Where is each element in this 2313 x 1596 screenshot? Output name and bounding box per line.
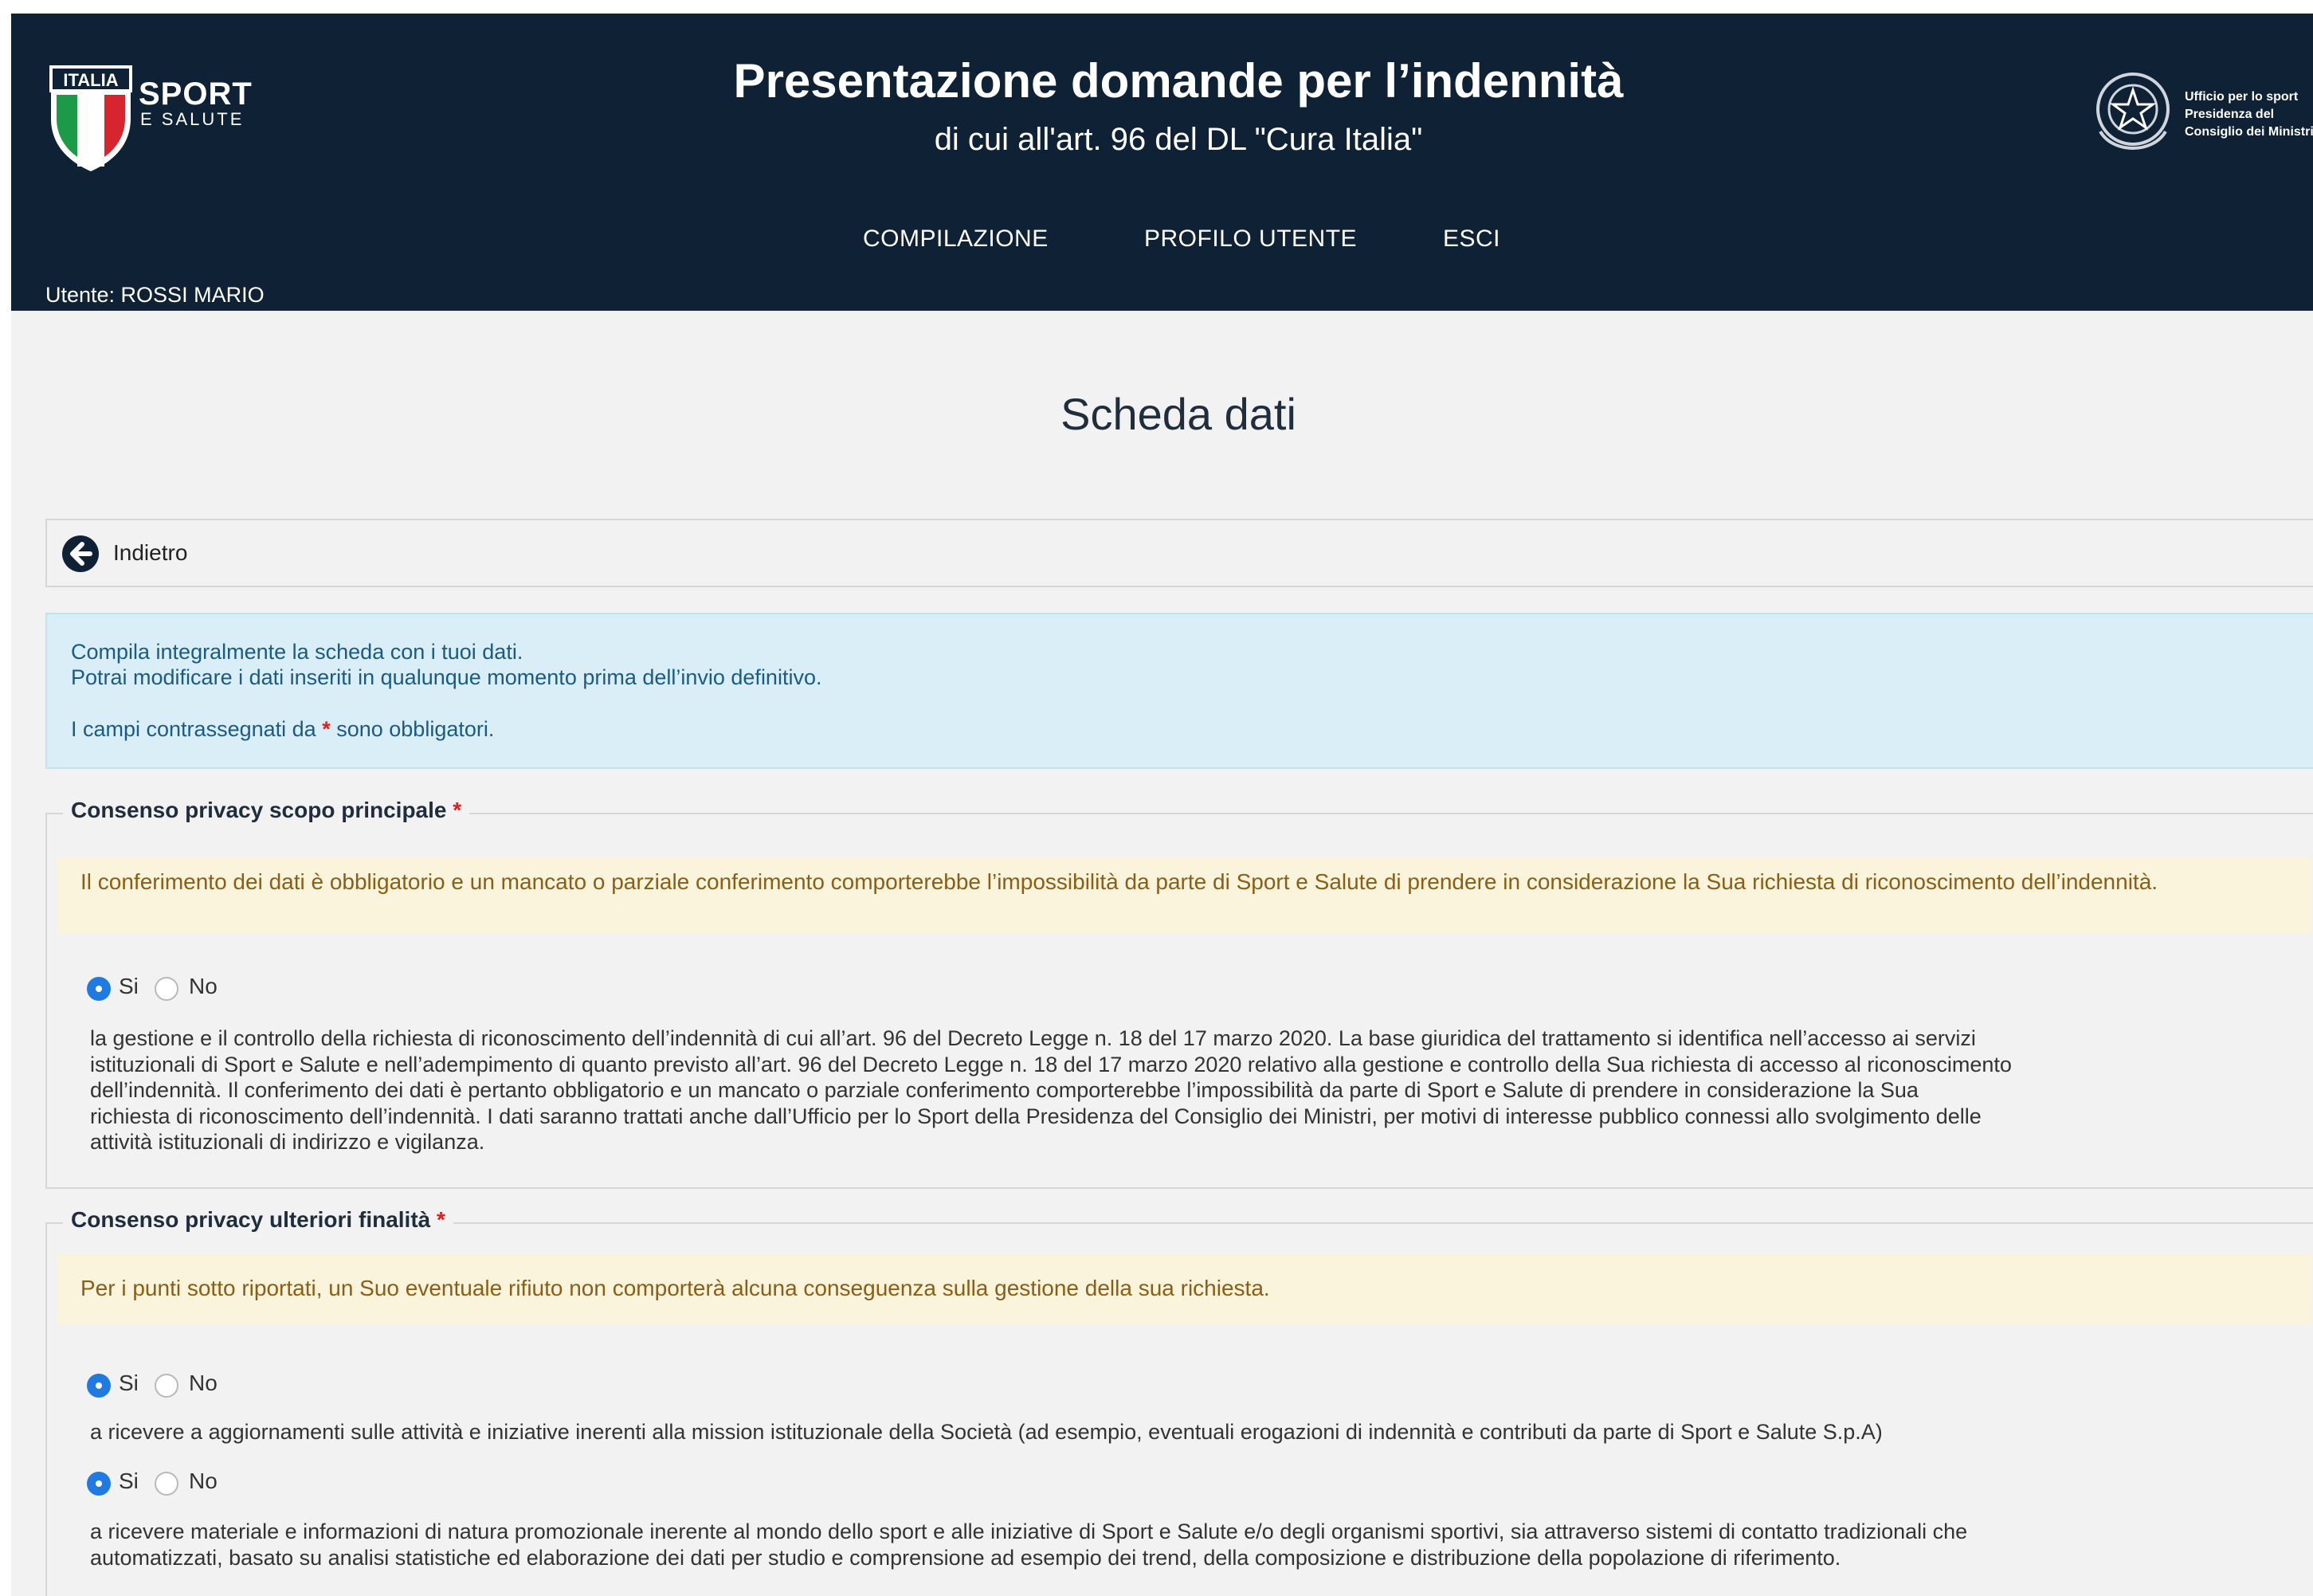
privacy-promozionale-radio-si[interactable] xyxy=(87,1472,111,1496)
radio-label-si: Si xyxy=(119,974,139,998)
privacy-main-text-line: istituzionali di Sport e Salute e nell’a… xyxy=(90,1052,2012,1076)
privacy-main-legend-text: Consenso privacy scopo principale xyxy=(71,798,447,822)
privacy-further-section: Consenso privacy ulteriori finalità * Pe… xyxy=(45,1207,2313,1596)
privacy-aggiornamenti-radio-no[interactable] xyxy=(155,1374,178,1398)
nav-profilo-utente[interactable]: PROFILO UTENTE xyxy=(1144,225,1357,253)
site-subtitle: di cui all'art. 96 del DL "Cura Italia" xyxy=(934,122,1423,157)
privacy-promozionale-radio-no[interactable] xyxy=(155,1472,178,1496)
privacy-further-legend-text: Consenso privacy ulteriori finalità xyxy=(71,1207,431,1232)
privacy-further-legend: Consenso privacy ulteriori finalità * xyxy=(63,1207,453,1233)
back-link[interactable]: Indietro xyxy=(113,540,187,566)
info-line-3: I campi contrassegnati da * sono obbliga… xyxy=(71,717,494,742)
privacy-main-section: Consenso privacy scopo principale * Il c… xyxy=(45,798,2313,1189)
back-bar: Indietro xyxy=(45,519,2313,587)
privacy-aggiornamenti-radio-group: Si No xyxy=(87,1371,294,1402)
privacy-main-text-line: attività istituzionali di indirizzo e vi… xyxy=(90,1130,485,1154)
privacy-promozionale-text-line: a ricevere materiale e informazioni di n… xyxy=(90,1520,1968,1543)
nav-compilazione[interactable]: COMPILAZIONE xyxy=(863,225,1049,253)
page-frame: ITALIA SPORT E SALUTE Presentazione doma… xyxy=(11,14,2313,1596)
privacy-main-warning: Il conferimento dei dati è obbligatorio … xyxy=(57,857,2311,934)
site-header: ITALIA SPORT E SALUTE Presentazione doma… xyxy=(11,14,2313,311)
required-asterisk: * xyxy=(453,798,462,822)
radio-label-si: Si xyxy=(119,1469,139,1493)
info-required-pre: I campi contrassegnati da xyxy=(71,717,316,741)
info-required-post: sono obbligatori. xyxy=(336,717,495,741)
nav-esci[interactable]: ESCI xyxy=(1443,225,1500,253)
info-alert: Compila integralmente la scheda con i tu… xyxy=(45,613,2313,769)
page-title: Scheda dati xyxy=(1060,389,1296,439)
privacy-main-radio-no[interactable] xyxy=(155,977,178,1001)
required-asterisk: * xyxy=(322,717,331,741)
privacy-main-text-line: dell’indennità. Il conferimento dei dati… xyxy=(90,1078,1919,1102)
privacy-main-text-line: richiesta di riconoscimento dell’indenni… xyxy=(90,1104,1982,1128)
main-nav: COMPILAZIONE PROFILO UTENTE ESCI xyxy=(11,225,2313,273)
privacy-promozionale-radio-group: Si No xyxy=(87,1469,294,1500)
repubblica-emblem-icon xyxy=(2096,73,2170,150)
radio-label-no: No xyxy=(189,1371,218,1395)
info-line-2: Potrai modificare i dati inseriti in qua… xyxy=(71,665,822,689)
info-line-1: Compila integralmente la scheda con i tu… xyxy=(71,640,523,664)
privacy-main-radio-si[interactable] xyxy=(87,977,111,1001)
back-arrow-icon[interactable] xyxy=(61,535,100,573)
privacy-main-text-line: la gestione e il controllo della richies… xyxy=(90,1026,1976,1050)
required-asterisk: * xyxy=(437,1207,445,1232)
radio-label-si: Si xyxy=(119,1371,139,1395)
privacy-aggiornamenti-text: a ricevere a aggiornamenti sulle attivit… xyxy=(90,1420,1883,1444)
emblem-line-1: Ufficio per lo sport xyxy=(2185,90,2299,104)
privacy-main-legend: Consenso privacy scopo principale * xyxy=(63,798,470,823)
privacy-main-radio-group: Si No xyxy=(87,974,294,1006)
privacy-main-text: la gestione e il controllo della richies… xyxy=(90,1025,2313,1155)
emblem-line-3: Consiglio dei Ministri xyxy=(2185,125,2313,139)
privacy-promozionale-text: a ricevere materiale e informazioni di n… xyxy=(90,1519,2313,1571)
site-title: Presentazione domande per l’indennità xyxy=(733,54,1624,108)
privacy-aggiornamenti-radio-si[interactable] xyxy=(87,1374,111,1398)
emblem-line-2: Presidenza del xyxy=(2185,108,2275,121)
radio-label-no: No xyxy=(189,974,218,998)
current-user-label: Utente: ROSSI MARIO xyxy=(45,283,265,307)
ufficio-sport-logo: Ufficio per lo sport Presidenza del Cons… xyxy=(2089,60,2313,179)
privacy-promozionale-text-line: automatizzati, basato su analisi statist… xyxy=(90,1545,1841,1570)
privacy-further-warning: Per i punti sotto riportati, un Suo even… xyxy=(57,1254,2311,1324)
radio-label-no: No xyxy=(189,1469,218,1493)
